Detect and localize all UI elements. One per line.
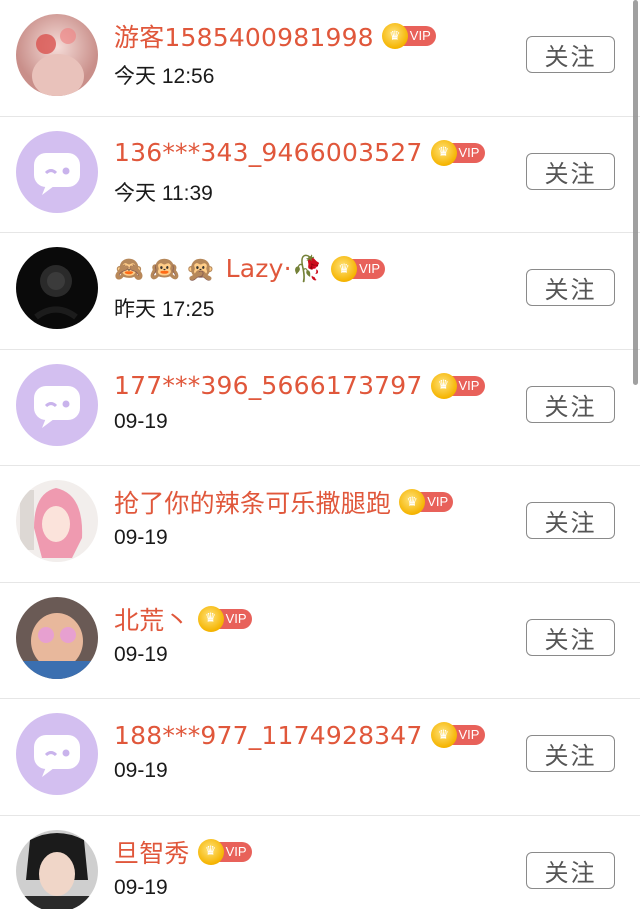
follow-button[interactable]: 关注	[526, 152, 615, 190]
user-name[interactable]: 游客1585400981998	[114, 18, 374, 54]
timestamp: 今天 12:56	[114, 65, 215, 88]
vip-badge: ♛ VIP	[197, 605, 252, 632]
user-name[interactable]: 旦智秀	[114, 834, 190, 870]
follower-list: 游客1585400981998 ♛ VIP 今天 12:56 关注 136***3…	[0, 0, 640, 909]
timestamp: 09-19	[114, 642, 168, 666]
follow-button[interactable]: 关注	[526, 735, 615, 772]
name-line: 北荒丶 ♛ VIP	[114, 601, 252, 637]
vip-badge: ♛ VIP	[331, 256, 386, 282]
timestamp: 昨天 17:25	[114, 298, 215, 321]
follow-button[interactable]: 关注	[526, 851, 615, 889]
list-item[interactable]: 🙈🙉🙊 Lazy·🥀 ♛ VIP 昨天 17:25 关注	[0, 233, 640, 350]
avatar[interactable]	[16, 713, 98, 795]
scrollbar[interactable]	[633, 0, 638, 385]
user-name[interactable]: 北荒丶	[114, 601, 190, 637]
name-line: 177***396_5666173797 ♛ VIP	[114, 368, 485, 404]
user-name[interactable]: 188***977_1174928347	[114, 721, 423, 750]
user-name[interactable]: 177***396_5666173797	[114, 371, 423, 400]
follow-button[interactable]: 关注	[526, 36, 615, 73]
crown-icon: ♛	[381, 23, 408, 49]
timestamp: 09-19	[114, 409, 168, 433]
user-name[interactable]: Lazy·🥀	[226, 254, 323, 284]
crown-icon: ♛	[430, 722, 457, 748]
follow-button[interactable]: 关注	[526, 502, 615, 539]
name-line: 旦智秀 ♛ VIP	[114, 834, 252, 870]
list-item[interactable]: 177***396_5666173797 ♛ VIP 09-19 关注	[0, 349, 640, 466]
avatar[interactable]	[16, 247, 98, 329]
name-line: 188***977_1174928347 ♛ VIP	[114, 717, 485, 753]
avatar[interactable]	[16, 130, 98, 213]
crown-icon: ♛	[430, 139, 457, 166]
follow-button[interactable]: 关注	[526, 618, 615, 656]
vip-badge: ♛ VIP	[381, 23, 436, 49]
list-item[interactable]: 北荒丶 ♛ VIP 09-19 关注	[0, 582, 640, 699]
avatar[interactable]	[16, 363, 98, 446]
avatar[interactable]	[16, 14, 98, 96]
list-item[interactable]: 游客1585400981998 ♛ VIP 今天 12:56 关注	[0, 0, 640, 117]
timestamp: 09-19	[114, 759, 168, 782]
vip-badge: ♛ VIP	[430, 722, 485, 748]
name-line: 136***343_9466003527 ♛ VIP	[114, 135, 485, 171]
avatar[interactable]	[16, 829, 98, 909]
list-item[interactable]: 188***977_1174928347 ♛ VIP 09-19 关注	[0, 699, 640, 816]
name-line: 游客1585400981998 ♛ VIP	[114, 18, 436, 54]
timestamp: 09-19	[114, 526, 168, 549]
vip-badge: ♛ VIP	[399, 489, 454, 515]
crown-icon: ♛	[197, 838, 224, 865]
crown-icon: ♛	[331, 256, 358, 282]
timestamp: 今天 11:39	[114, 181, 213, 205]
follow-button[interactable]: 关注	[526, 269, 615, 306]
name-line: 抢了你的辣条可乐撒腿跑 ♛ VIP	[114, 484, 454, 520]
follow-button[interactable]: 关注	[526, 385, 615, 423]
list-item[interactable]: 136***343_9466003527 ♛ VIP 今天 11:39 关注	[0, 116, 640, 233]
vip-badge: ♛ VIP	[197, 838, 252, 865]
vip-badge: ♛ VIP	[430, 139, 485, 166]
crown-icon: ♛	[197, 605, 224, 632]
emoji-prefix: 🙈🙉🙊	[114, 255, 222, 283]
vip-badge: ♛ VIP	[430, 372, 485, 399]
timestamp: 09-19	[114, 875, 168, 899]
list-item[interactable]: 旦智秀 ♛ VIP 09-19 关注	[0, 815, 640, 909]
user-name[interactable]: 抢了你的辣条可乐撒腿跑	[114, 484, 391, 520]
avatar[interactable]	[16, 596, 98, 679]
avatar[interactable]	[16, 480, 98, 562]
crown-icon: ♛	[430, 372, 457, 399]
name-line: 🙈🙉🙊 Lazy·🥀 ♛ VIP	[114, 251, 386, 287]
user-name[interactable]: 136***343_9466003527	[114, 138, 423, 167]
list-item[interactable]: 抢了你的辣条可乐撒腿跑 ♛ VIP 09-19 关注	[0, 466, 640, 583]
